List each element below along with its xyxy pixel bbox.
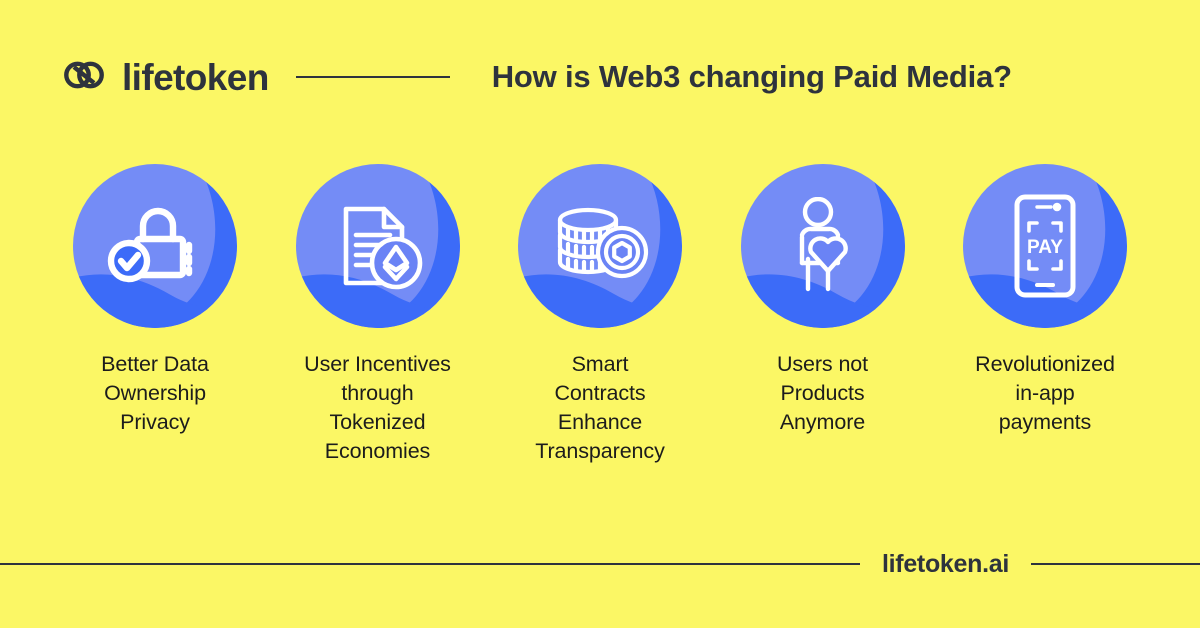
pay-label: PAY <box>1027 237 1063 258</box>
feature-caption: Revolutionized in-app payments <box>975 352 1115 434</box>
feature-card: Users not Products Anymore <box>730 164 916 437</box>
footer-site-url[interactable]: lifetoken.ai <box>882 550 1009 579</box>
mobile-pay-icon: PAY <box>1014 194 1076 298</box>
footer-divider-left <box>0 563 860 565</box>
feature-card: User Incentives through Tokenized Econom… <box>285 164 471 466</box>
icon-badge <box>73 164 237 328</box>
header-divider <box>295 76 450 78</box>
feature-caption: Users not Products Anymore <box>776 352 869 434</box>
header: lifetoken How is Web3 changing Paid Medi… <box>0 46 1200 108</box>
icon-badge <box>295 164 460 328</box>
footer: lifetoken.ai <box>0 546 1200 582</box>
interlocking-rings-logo-icon <box>62 53 106 102</box>
person-heart-icon <box>799 197 848 292</box>
feature-caption: Smart Contracts Enhance Transparency <box>535 352 665 463</box>
infographic-canvas: lifetoken How is Web3 changing Paid Medi… <box>0 0 1200 628</box>
feature-caption: User Incentives through Tokenized Econom… <box>304 352 451 463</box>
page-title: How is Web3 changing Paid Media? <box>491 59 1012 94</box>
lock-check-icon <box>107 207 193 283</box>
feature-card: Better Data Ownership Privacy <box>62 164 248 437</box>
icon-badge <box>518 164 682 328</box>
feature-card-row: Better Data Ownership Privacy User Incen… <box>62 164 1138 466</box>
document-ethereum-icon <box>343 206 422 290</box>
icon-badge: PAY <box>963 164 1127 328</box>
brand-name: lifetoken <box>122 56 269 98</box>
coin-stack-icon <box>557 207 649 279</box>
feature-caption: Better Data Ownership Privacy <box>101 352 209 434</box>
feature-card: PAY Revolutionized in-app payments <box>952 164 1138 437</box>
footer-divider-right <box>1031 563 1200 565</box>
feature-card: Smart Contracts Enhance Transparency <box>507 164 693 466</box>
brand-lockup: lifetoken <box>62 53 269 102</box>
icon-badge <box>740 164 905 328</box>
